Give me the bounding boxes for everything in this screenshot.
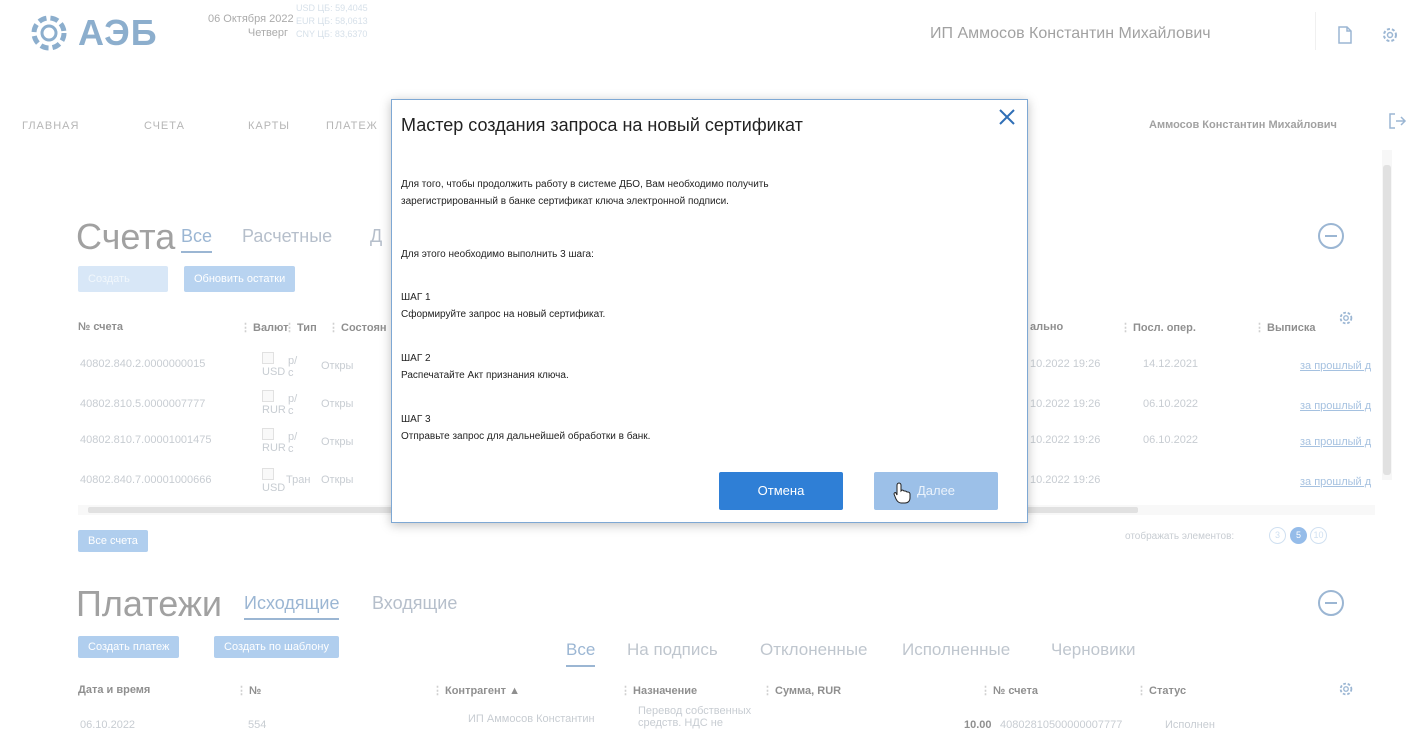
- steps-intro: Для этого необходимо выполнить 3 шага:: [401, 249, 594, 260]
- step3-label: ШАГ 3: [401, 414, 431, 425]
- step2-text: Распечатайте Акт признания ключа.: [401, 370, 569, 381]
- intro-line-1: Для того, чтобы продолжить работу в сист…: [401, 179, 769, 190]
- dialog-title: Мастер создания запроса на новый сертифи…: [401, 115, 803, 135]
- hand-cursor-icon: [893, 482, 911, 504]
- cancel-button[interactable]: Отмена: [719, 472, 843, 510]
- step1-text: Сформируйте запрос на новый сертификат.: [401, 309, 606, 320]
- certificate-wizard-dialog: Мастер создания запроса на новый сертифи…: [391, 99, 1028, 523]
- step3-text: Отправьте запрос для дальнейшей обработк…: [401, 431, 651, 442]
- intro-line-2: зарегистрированный в банке сертификат кл…: [401, 196, 729, 207]
- step2-label: ШАГ 2: [401, 353, 431, 364]
- close-icon[interactable]: [996, 106, 1018, 128]
- step1-label: ШАГ 1: [401, 292, 431, 303]
